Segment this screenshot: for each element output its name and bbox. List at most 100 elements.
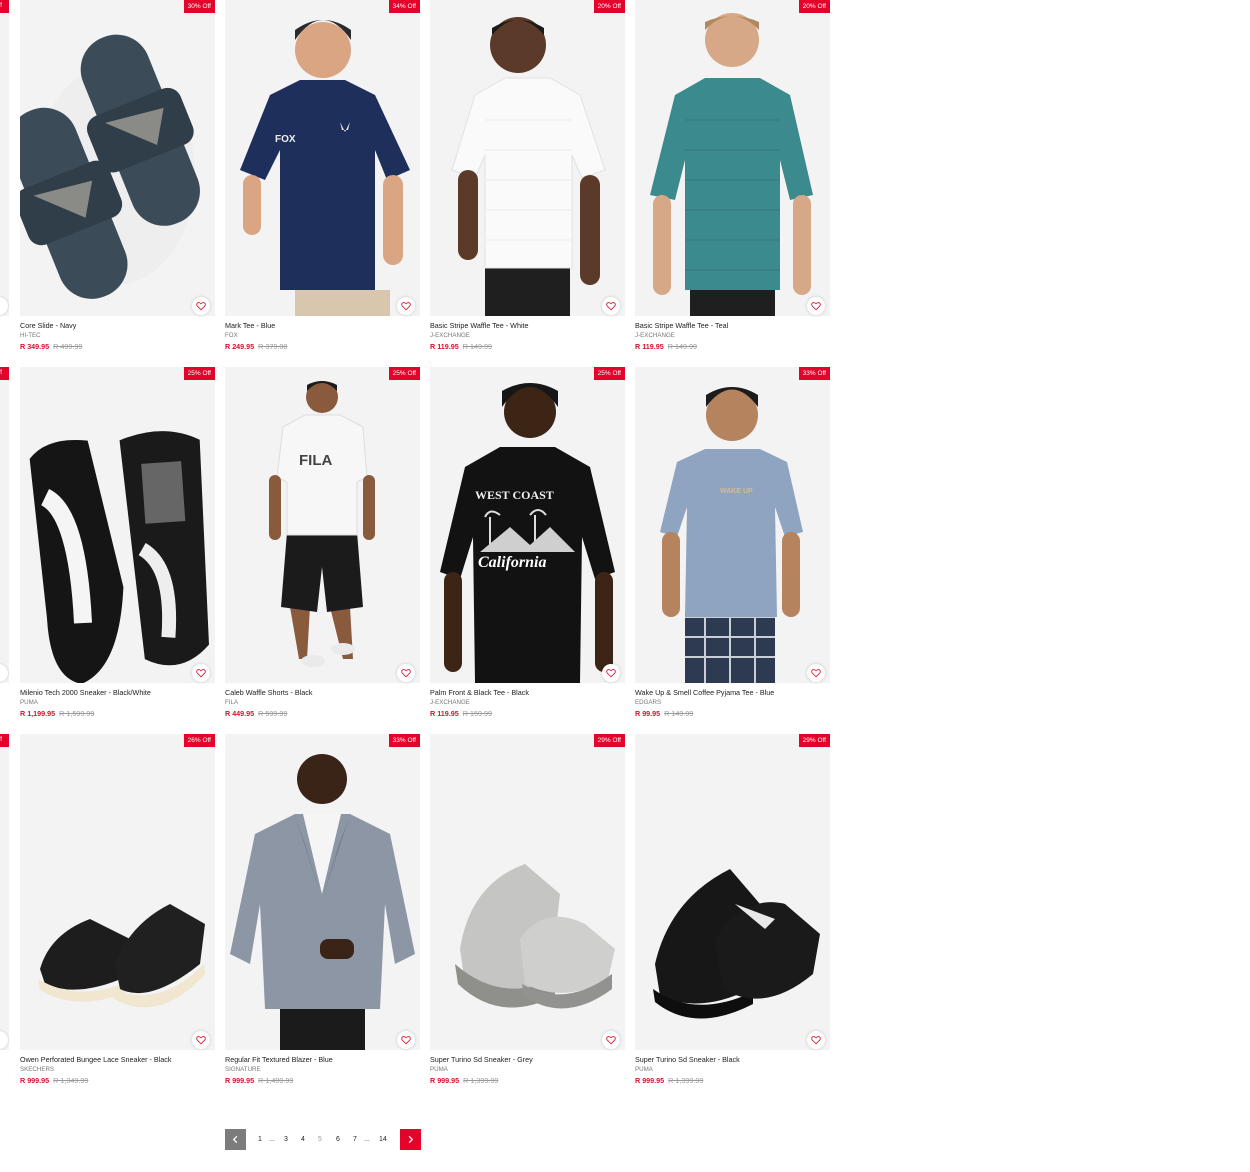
wishlist-button[interactable] — [192, 297, 210, 315]
page-link-1[interactable]: 1 — [258, 1129, 262, 1150]
sale-price: R 999.95 — [635, 1076, 665, 1085]
page-link-14[interactable]: 14 — [379, 1129, 387, 1150]
wishlist-button[interactable] — [192, 1031, 210, 1049]
heart-icon — [196, 302, 206, 311]
product-card[interactable]: 33% Off Regular Fit Textured Blazer - Bl… — [225, 734, 420, 1086]
product-image[interactable] — [20, 0, 215, 316]
next-page-button[interactable] — [400, 1129, 421, 1150]
product-image[interactable] — [0, 367, 9, 683]
wishlist-button[interactable] — [397, 664, 415, 682]
product-card-cropped[interactable]: Off — [0, 367, 9, 683]
original-price: R 159.99 — [462, 709, 492, 718]
product-image[interactable]: WEST COAST California — [430, 367, 625, 683]
prev-page-button[interactable] — [225, 1129, 246, 1150]
heart-icon — [811, 669, 821, 678]
product-image[interactable] — [20, 367, 215, 683]
product-name[interactable]: Owen Perforated Bungee Lace Sneaker - Bl… — [20, 1055, 171, 1064]
wishlist-button[interactable] — [602, 664, 620, 682]
wishlist-button[interactable] — [397, 1031, 415, 1049]
product-name[interactable]: Basic Stripe Waffle Tee - Teal — [635, 321, 728, 330]
product-price: R 119.95 R 149.99 — [635, 342, 697, 351]
product-brand: PUMA — [20, 699, 38, 706]
product-card[interactable]: FOX 34% Off Mark Tee - Blue FOX R 249.95… — [225, 0, 420, 352]
product-image[interactable] — [635, 0, 830, 316]
product-image[interactable] — [430, 0, 625, 316]
sale-price: R 119.95 — [635, 342, 664, 351]
product-name[interactable]: Mark Tee - Blue — [225, 321, 275, 330]
product-name[interactable]: Caleb Waffle Shorts - Black — [225, 688, 312, 697]
sale-price: R 99.95 — [635, 709, 661, 718]
discount-badge: 25% Off — [183, 367, 215, 380]
print-text: FILA — [299, 452, 332, 469]
product-name[interactable]: Palm Front & Black Tee - Black — [430, 688, 529, 697]
print-text: California — [478, 554, 546, 571]
product-name[interactable]: Super Turino Sd Sneaker - Black — [635, 1055, 740, 1064]
heart-icon — [606, 302, 616, 311]
discount-badge: Off — [0, 367, 9, 380]
sale-price: R 349.95 — [20, 342, 50, 351]
product-price: R 119.95 R 149.99 — [430, 342, 492, 351]
product-name[interactable]: Core Slide - Navy — [20, 321, 76, 330]
product-image[interactable]: WAKE UP — [635, 367, 830, 683]
discount-badge: 33% Off — [798, 367, 830, 380]
product-price: R 119.95 R 159.99 — [430, 709, 492, 718]
product-image[interactable] — [0, 734, 9, 1050]
product-image[interactable] — [635, 734, 830, 1050]
sale-price: R 1,199.95 — [20, 709, 56, 718]
wishlist-button[interactable] — [807, 297, 825, 315]
product-brand: FOX — [225, 332, 238, 339]
original-price: R 1,399.99 — [463, 1076, 499, 1085]
discount-badge: 29% Off — [593, 734, 625, 747]
wishlist-button[interactable] — [807, 1031, 825, 1049]
product-card-cropped[interactable]: Off — [0, 0, 9, 316]
product-grid: Off Off Off 30% Off Core Slide - Navy HI… — [0, 0, 1250, 1100]
page-link-4[interactable]: 4 — [301, 1129, 305, 1150]
product-card-cropped[interactable]: Off — [0, 734, 9, 1050]
product-price: R 999.95 R 1,399.99 — [430, 1076, 498, 1085]
chevron-right-icon — [408, 1135, 414, 1144]
product-image[interactable]: FOX — [225, 0, 420, 316]
product-card[interactable]: 29% Off Super Turino Sd Sneaker - Black … — [635, 734, 830, 1086]
sale-price: R 249.95 — [225, 342, 255, 351]
product-name[interactable]: Super Turino Sd Sneaker - Grey — [430, 1055, 533, 1064]
product-card[interactable]: 20% Off Basic Stripe Waffle Tee - Teal J… — [635, 0, 830, 352]
product-brand: HI-TEC — [20, 332, 41, 339]
page-link-3[interactable]: 3 — [284, 1129, 288, 1150]
product-brand: J-EXCHANGE — [635, 332, 675, 339]
product-image[interactable] — [20, 734, 215, 1050]
product-card[interactable]: 20% Off Basic Stripe Waffle Tee - White … — [430, 0, 625, 352]
original-price: R 149.99 — [664, 709, 694, 718]
discount-badge: 20% Off — [593, 0, 625, 13]
wishlist-button[interactable] — [602, 297, 620, 315]
heart-icon — [401, 1036, 411, 1045]
product-price: R 349.95 R 499.99 — [20, 342, 82, 351]
wishlist-button[interactable] — [807, 664, 825, 682]
product-image[interactable] — [225, 734, 420, 1050]
product-card[interactable]: 26% Off Owen Perforated Bungee Lace Snea… — [20, 734, 215, 1086]
page-link-7[interactable]: 7 — [353, 1129, 357, 1150]
product-name[interactable]: Basic Stripe Waffle Tee - White — [430, 321, 529, 330]
product-card[interactable]: WEST COAST California 25% Off Palm Front… — [430, 367, 625, 719]
product-image[interactable] — [430, 734, 625, 1050]
product-card[interactable]: 30% Off Core Slide - Navy HI-TEC R 349.9… — [20, 0, 215, 352]
product-image[interactable]: FILA — [225, 367, 420, 683]
heart-icon — [606, 1036, 616, 1045]
discount-badge: 25% Off — [388, 367, 420, 380]
product-name[interactable]: Milenio Tech 2000 Sneaker - Black/White — [20, 688, 151, 697]
product-name[interactable]: Wake Up & Smell Coffee Pyjama Tee - Blue — [635, 688, 774, 697]
wishlist-button[interactable] — [397, 297, 415, 315]
product-image[interactable] — [0, 0, 9, 316]
product-brand: J-EXCHANGE — [430, 332, 470, 339]
wishlist-button[interactable] — [602, 1031, 620, 1049]
product-brand: SIGNATURE — [225, 1066, 261, 1073]
product-price: R 449.95 R 599.99 — [225, 709, 287, 718]
print-text: WEST COAST — [475, 488, 554, 502]
heart-icon — [401, 669, 411, 678]
product-card[interactable]: 25% Off Milenio Tech 2000 Sneaker - Blac… — [20, 367, 215, 719]
product-card[interactable]: 29% Off Super Turino Sd Sneaker - Grey P… — [430, 734, 625, 1086]
product-card[interactable]: WAKE UP 33% Off Wake Up & Smell Coffee P… — [635, 367, 830, 719]
product-name[interactable]: Regular Fit Textured Blazer - Blue — [225, 1055, 333, 1064]
product-card[interactable]: FILA 25% Off Caleb Waffle Shorts - Black… — [225, 367, 420, 719]
wishlist-button[interactable] — [192, 664, 210, 682]
page-link-6[interactable]: 6 — [336, 1129, 340, 1150]
